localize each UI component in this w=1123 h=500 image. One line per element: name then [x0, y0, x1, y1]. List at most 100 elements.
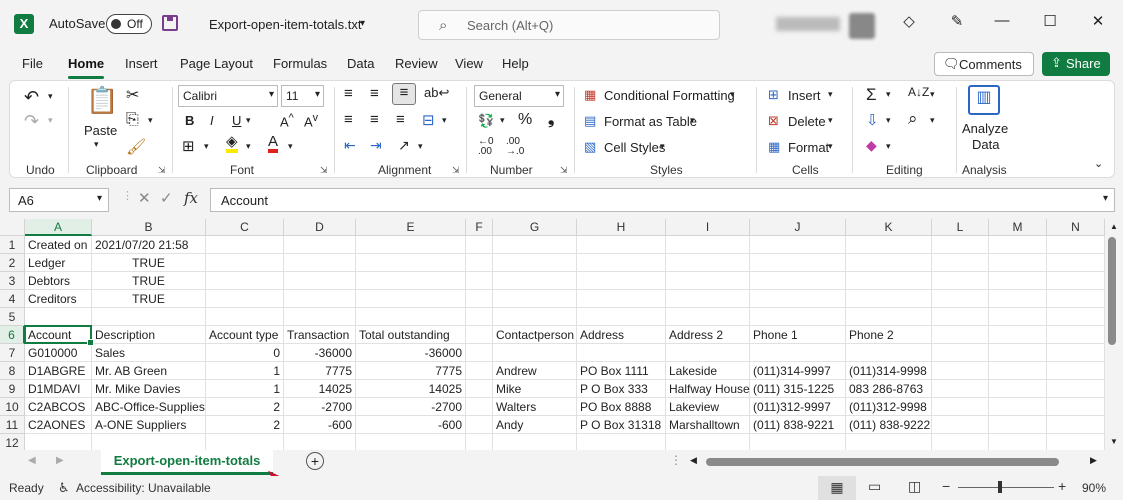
cell-l7[interactable] — [932, 344, 989, 362]
cell-l9[interactable] — [932, 380, 989, 398]
cell-f4[interactable] — [466, 290, 493, 308]
cell-l11[interactable] — [932, 416, 989, 434]
cell-d2[interactable] — [284, 254, 356, 272]
cell-f10[interactable] — [466, 398, 493, 416]
cell-n2[interactable] — [1047, 254, 1105, 272]
increase-font-icon[interactable]: A^ — [280, 112, 294, 129]
cell-h5[interactable] — [577, 308, 666, 326]
column-header[interactable]: C — [206, 219, 284, 236]
chevron-down-icon[interactable]: ▾ — [204, 141, 209, 152]
chevron-down-icon[interactable]: ▾ — [930, 89, 935, 100]
chevron-down-icon[interactable]: ▾ — [660, 141, 665, 152]
cell-k5[interactable] — [846, 308, 932, 326]
cell-e1[interactable] — [356, 236, 466, 254]
cell-f2[interactable] — [466, 254, 493, 272]
add-sheet-icon[interactable]: + — [306, 452, 324, 470]
cell-i8[interactable]: Lakeside — [666, 362, 750, 380]
column-header[interactable]: F — [466, 219, 493, 236]
cell-n4[interactable] — [1047, 290, 1105, 308]
increase-indent-icon[interactable]: ⇥ — [370, 137, 382, 154]
row-header[interactable]: 7 — [0, 344, 25, 362]
cell-d12[interactable] — [284, 434, 356, 450]
cell-c8[interactable]: 1 — [206, 362, 284, 380]
cell-f5[interactable] — [466, 308, 493, 326]
cell-j3[interactable] — [750, 272, 846, 290]
scroll-left-icon[interactable]: ◀ — [690, 455, 697, 466]
delete-cells-icon[interactable]: ⊠ — [768, 113, 779, 129]
scroll-right-icon[interactable]: ▶ — [1090, 455, 1097, 466]
column-header[interactable]: A — [25, 219, 92, 236]
cell-d9[interactable]: 14025 — [284, 380, 356, 398]
cell-e3[interactable] — [356, 272, 466, 290]
cell-m1[interactable] — [989, 236, 1047, 254]
chevron-down-icon[interactable]: ▾ — [828, 141, 833, 152]
format-button[interactable]: Format — [788, 140, 829, 155]
row-header[interactable]: 2 — [0, 254, 25, 272]
cell-f3[interactable] — [466, 272, 493, 290]
cell-b9[interactable]: Mr. Mike Davies — [92, 380, 206, 398]
zoom-slider-thumb[interactable] — [998, 481, 1002, 493]
chevron-down-icon[interactable]: ▾ — [730, 89, 735, 100]
cell-n1[interactable] — [1047, 236, 1105, 254]
cell-k9[interactable]: 083 286-8763 — [846, 380, 932, 398]
cell-h7[interactable] — [577, 344, 666, 362]
file-name[interactable]: Export-open-item-totals.txt — [209, 17, 361, 32]
cell-d11[interactable]: -600 — [284, 416, 356, 434]
cell-styles-icon[interactable]: ▧ — [584, 139, 596, 155]
diamond-icon[interactable]: ◇ — [894, 12, 924, 30]
format-as-table-icon[interactable]: ▤ — [584, 113, 596, 129]
cell-n6[interactable] — [1047, 326, 1105, 344]
chevron-down-icon[interactable]: ▾ — [94, 139, 99, 150]
spreadsheet-grid[interactable]: ABCDEFGHIJKLMNO1Created on2021/07/20 21:… — [0, 219, 1105, 450]
row-header[interactable]: 10 — [0, 398, 25, 416]
cell-l8[interactable] — [932, 362, 989, 380]
cell-c9[interactable]: 1 — [206, 380, 284, 398]
cell-g11[interactable]: Andy — [493, 416, 577, 434]
cell-f1[interactable] — [466, 236, 493, 254]
cell-h9[interactable]: P O Box 333 — [577, 380, 666, 398]
cell-i7[interactable] — [666, 344, 750, 362]
cell-b8[interactable]: Mr. AB Green — [92, 362, 206, 380]
column-header[interactable]: M — [989, 219, 1047, 236]
conditional-formatting-button[interactable]: Conditional Formatting — [604, 88, 735, 103]
cell-f11[interactable] — [466, 416, 493, 434]
align-center-icon[interactable]: ≡ — [370, 111, 379, 128]
row-header[interactable]: 3 — [0, 272, 25, 290]
cell-l2[interactable] — [932, 254, 989, 272]
chevron-down-icon[interactable]: ▾ — [886, 141, 891, 152]
cell-j6[interactable]: Phone 1 — [750, 326, 846, 344]
cell-n12[interactable] — [1047, 434, 1105, 450]
cancel-icon[interactable]: ✕ — [138, 189, 151, 207]
cell-f9[interactable] — [466, 380, 493, 398]
cell-h12[interactable] — [577, 434, 666, 450]
cell-b3[interactable]: TRUE — [92, 272, 206, 290]
accessibility-status[interactable]: Accessibility: Unavailable — [76, 481, 211, 495]
dialog-launcher-icon[interactable]: ⇲ — [560, 165, 568, 176]
cell-a4[interactable]: Creditors — [25, 290, 92, 308]
align-left-icon[interactable]: ≡ — [344, 111, 353, 128]
chevron-down-icon[interactable]: ▾ — [886, 115, 891, 126]
bold-icon[interactable]: B — [185, 113, 194, 128]
cell-e6[interactable]: Total outstanding — [356, 326, 466, 344]
cell-d7[interactable]: -36000 — [284, 344, 356, 362]
cell-h10[interactable]: PO Box 8888 — [577, 398, 666, 416]
cell-j4[interactable] — [750, 290, 846, 308]
chevron-down-icon[interactable]: ▾ — [288, 141, 293, 152]
cell-e8[interactable]: 7775 — [356, 362, 466, 380]
cell-b1[interactable]: 2021/07/20 21:58 — [92, 236, 206, 254]
column-header[interactable]: B — [92, 219, 206, 236]
underline-icon[interactable]: U — [232, 113, 241, 128]
cell-h2[interactable] — [577, 254, 666, 272]
formula-input[interactable]: Account ▾ — [210, 188, 1115, 212]
column-header[interactable]: D — [284, 219, 356, 236]
row-header[interactable]: 12 — [0, 434, 25, 450]
cell-g6[interactable]: Contactperson — [493, 326, 577, 344]
cell-g3[interactable] — [493, 272, 577, 290]
format-as-table-button[interactable]: Format as Table — [604, 114, 697, 129]
cell-c11[interactable]: 2 — [206, 416, 284, 434]
cell-j9[interactable]: (011) 315-1225 — [750, 380, 846, 398]
cell-e7[interactable]: -36000 — [356, 344, 466, 362]
cell-f7[interactable] — [466, 344, 493, 362]
cell-d6[interactable]: Transaction — [284, 326, 356, 344]
cell-j1[interactable] — [750, 236, 846, 254]
